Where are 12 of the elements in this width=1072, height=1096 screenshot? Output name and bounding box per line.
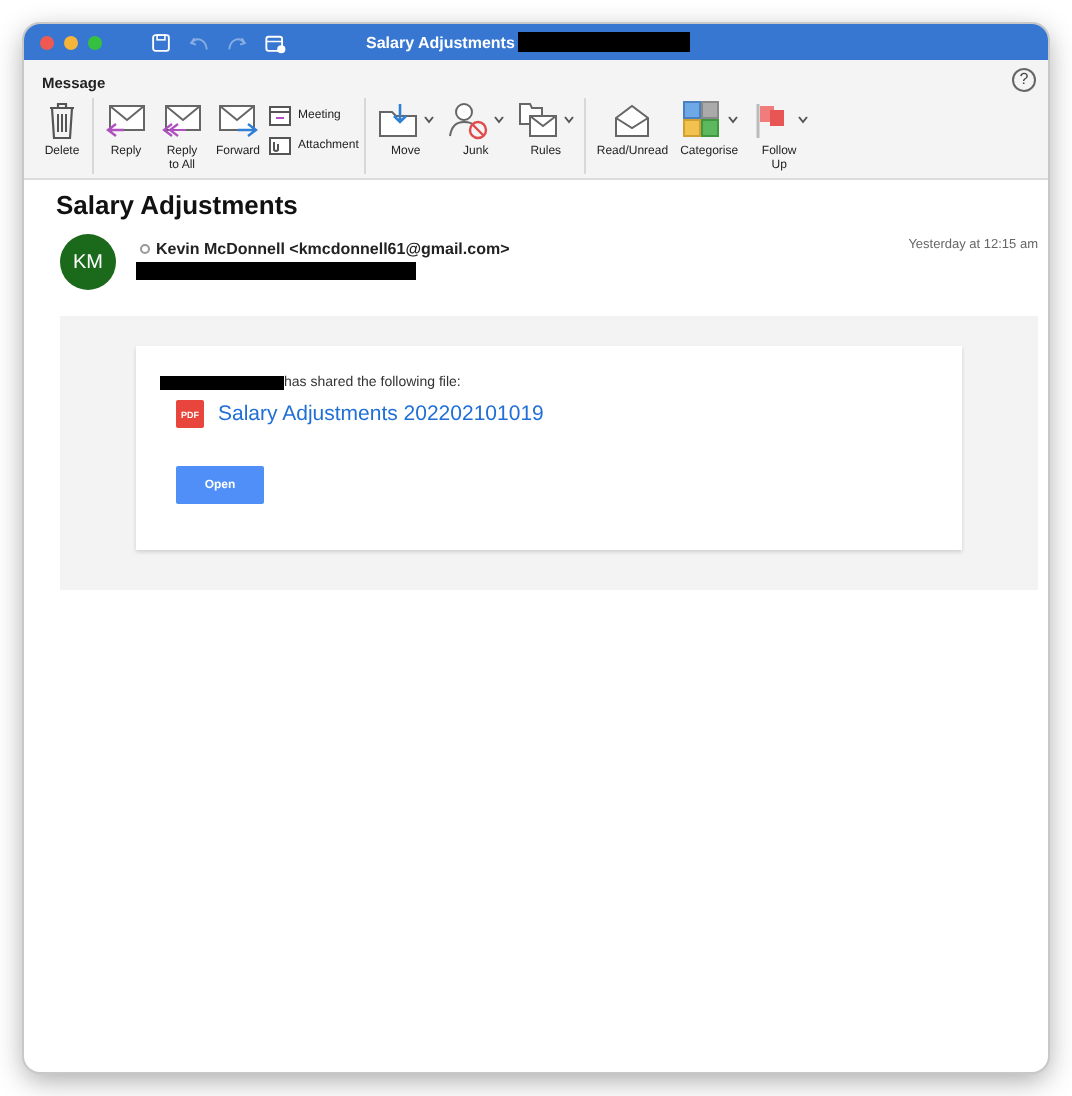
- help-button[interactable]: ?: [1012, 68, 1036, 92]
- attachment-icon: [268, 134, 293, 156]
- save-icon[interactable]: [150, 31, 172, 53]
- sender-avatar: KM: [60, 234, 116, 290]
- file-link[interactable]: Salary Adjustments 202202101019: [218, 402, 544, 426]
- calendar-icon[interactable]: [264, 31, 286, 53]
- color-grid-icon: [680, 100, 725, 140]
- window-title: Salary Adjustments: [366, 33, 515, 51]
- sender-name: Kevin McDonnell <kmcdonnell61@gmail.com>: [156, 240, 510, 258]
- calendar-icon: [268, 104, 293, 126]
- status-dot-icon: [140, 244, 150, 254]
- message-subject: Salary Adjustments: [56, 190, 300, 220]
